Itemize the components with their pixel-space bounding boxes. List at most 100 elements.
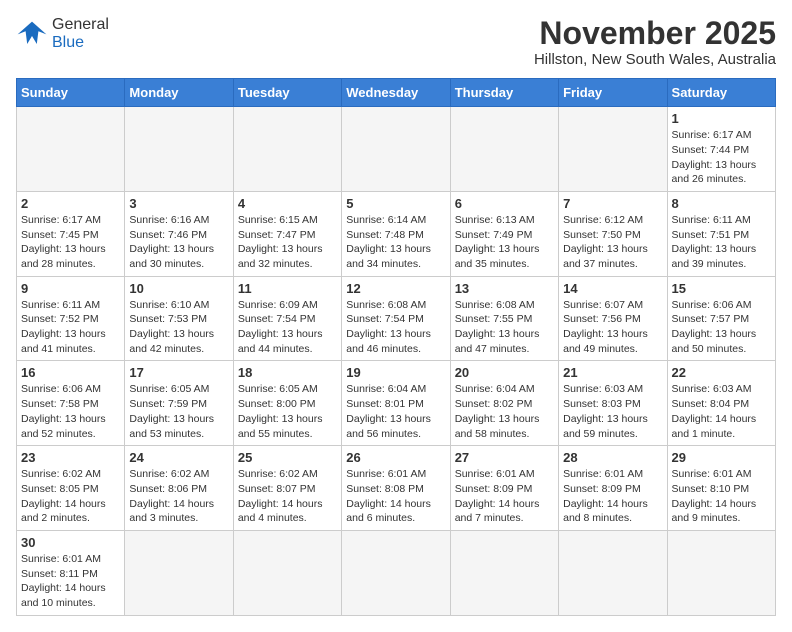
day-number: 4 (238, 196, 337, 211)
day-info: Sunrise: 6:03 AMSunset: 8:03 PMDaylight:… (563, 382, 662, 441)
calendar-cell: 16 Sunrise: 6:06 AMSunset: 7:58 PMDayligh… (17, 361, 125, 446)
day-info: Sunrise: 6:01 AMSunset: 8:09 PMDaylight:… (563, 467, 662, 526)
calendar-cell: 5 Sunrise: 6:14 AMSunset: 7:48 PMDaylight… (342, 191, 450, 276)
day-info: Sunrise: 6:11 AMSunset: 7:52 PMDaylight:… (21, 298, 120, 357)
day-info: Sunrise: 6:17 AMSunset: 7:45 PMDaylight:… (21, 213, 120, 272)
calendar-cell (342, 530, 450, 615)
day-number: 19 (346, 365, 445, 380)
calendar-cell (233, 107, 341, 192)
calendar-header: SundayMondayTuesdayWednesdayThursdayFrid… (17, 79, 776, 107)
day-number: 18 (238, 365, 337, 380)
day-info: Sunrise: 6:09 AMSunset: 7:54 PMDaylight:… (238, 298, 337, 357)
logo-icon (16, 20, 48, 48)
day-info: Sunrise: 6:07 AMSunset: 7:56 PMDaylight:… (563, 298, 662, 357)
day-number: 1 (672, 111, 771, 126)
calendar-cell: 4 Sunrise: 6:15 AMSunset: 7:47 PMDaylight… (233, 191, 341, 276)
day-number: 11 (238, 281, 337, 296)
day-number: 12 (346, 281, 445, 296)
day-info: Sunrise: 6:01 AMSunset: 8:09 PMDaylight:… (455, 467, 554, 526)
calendar-cell: 1 Sunrise: 6:17 AMSunset: 7:44 PMDaylight… (667, 107, 775, 192)
day-info: Sunrise: 6:04 AMSunset: 8:01 PMDaylight:… (346, 382, 445, 441)
calendar-cell (125, 530, 233, 615)
day-number: 9 (21, 281, 120, 296)
day-header-sunday: Sunday (17, 79, 125, 107)
day-info: Sunrise: 6:02 AMSunset: 8:05 PMDaylight:… (21, 467, 120, 526)
calendar-cell: 29Sunrise: 6:01 AMSunset: 8:10 PMDayligh… (667, 446, 775, 531)
calendar-cell (667, 530, 775, 615)
calendar-cell: 7 Sunrise: 6:12 AMSunset: 7:50 PMDaylight… (559, 191, 667, 276)
day-number: 21 (563, 365, 662, 380)
calendar-cell: 26 Sunrise: 6:01 AMSunset: 8:08 PMDayligh… (342, 446, 450, 531)
calendar-cell: 23Sunrise: 6:02 AMSunset: 8:05 PMDayligh… (17, 446, 125, 531)
day-header-thursday: Thursday (450, 79, 558, 107)
day-info: Sunrise: 6:05 AMSunset: 7:59 PMDaylight:… (129, 382, 228, 441)
day-number: 5 (346, 196, 445, 211)
calendar-cell: 6Sunrise: 6:13 AMSunset: 7:49 PMDaylight… (450, 191, 558, 276)
day-number: 17 (129, 365, 228, 380)
day-info: Sunrise: 6:01 AMSunset: 8:08 PMDaylight:… (346, 467, 445, 526)
day-info: Sunrise: 6:08 AMSunset: 7:55 PMDaylight:… (455, 298, 554, 357)
day-header-friday: Friday (559, 79, 667, 107)
calendar-cell: 2 Sunrise: 6:17 AMSunset: 7:45 PMDaylight… (17, 191, 125, 276)
day-number: 22 (672, 365, 771, 380)
calendar-cell: 12 Sunrise: 6:08 AMSunset: 7:54 PMDayligh… (342, 276, 450, 361)
calendar-cell: 15 Sunrise: 6:06 AMSunset: 7:57 PMDayligh… (667, 276, 775, 361)
day-info: Sunrise: 6:17 AMSunset: 7:44 PMDaylight:… (672, 128, 771, 187)
calendar-cell (17, 107, 125, 192)
calendar-week-4: 16 Sunrise: 6:06 AMSunset: 7:58 PMDayligh… (17, 361, 776, 446)
calendar-week-1: 1 Sunrise: 6:17 AMSunset: 7:44 PMDaylight… (17, 107, 776, 192)
calendar-cell: 13 Sunrise: 6:08 AMSunset: 7:55 PMDayligh… (450, 276, 558, 361)
day-number: 16 (21, 365, 120, 380)
day-info: Sunrise: 6:03 AMSunset: 8:04 PMDaylight:… (672, 382, 771, 441)
title-block: November 2025 Hillston, New South Wales,… (534, 16, 776, 68)
calendar-cell: 19 Sunrise: 6:04 AMSunset: 8:01 PMDayligh… (342, 361, 450, 446)
calendar-cell: 28Sunrise: 6:01 AMSunset: 8:09 PMDayligh… (559, 446, 667, 531)
calendar-week-3: 9 Sunrise: 6:11 AMSunset: 7:52 PMDaylight… (17, 276, 776, 361)
day-number: 6 (455, 196, 554, 211)
day-info: Sunrise: 6:06 AMSunset: 7:58 PMDaylight:… (21, 382, 120, 441)
day-number: 3 (129, 196, 228, 211)
calendar-cell: 8Sunrise: 6:11 AMSunset: 7:51 PMDaylight… (667, 191, 775, 276)
day-number: 10 (129, 281, 228, 296)
calendar-cell: 20Sunrise: 6:04 AMSunset: 8:02 PMDayligh… (450, 361, 558, 446)
day-info: Sunrise: 6:15 AMSunset: 7:47 PMDaylight:… (238, 213, 337, 272)
calendar-cell: 9 Sunrise: 6:11 AMSunset: 7:52 PMDaylight… (17, 276, 125, 361)
day-number: 7 (563, 196, 662, 211)
calendar-cell: 30Sunrise: 6:01 AMSunset: 8:11 PMDayligh… (17, 530, 125, 615)
day-info: Sunrise: 6:11 AMSunset: 7:51 PMDaylight:… (672, 213, 771, 272)
day-number: 25 (238, 450, 337, 465)
day-number: 2 (21, 196, 120, 211)
day-number: 14 (563, 281, 662, 296)
calendar-cell (450, 107, 558, 192)
day-number: 30 (21, 535, 120, 550)
calendar-cell: 11 Sunrise: 6:09 AMSunset: 7:54 PMDayligh… (233, 276, 341, 361)
day-number: 15 (672, 281, 771, 296)
calendar-cell (559, 107, 667, 192)
calendar-cell: 18 Sunrise: 6:05 AMSunset: 8:00 PMDayligh… (233, 361, 341, 446)
calendar-title: November 2025 (534, 16, 776, 51)
calendar-subtitle: Hillston, New South Wales, Australia (534, 51, 776, 68)
day-info: Sunrise: 6:12 AMSunset: 7:50 PMDaylight:… (563, 213, 662, 272)
calendar-cell: 10Sunrise: 6:10 AMSunset: 7:53 PMDayligh… (125, 276, 233, 361)
day-number: 13 (455, 281, 554, 296)
day-info: Sunrise: 6:02 AMSunset: 8:07 PMDaylight:… (238, 467, 337, 526)
day-info: Sunrise: 6:06 AMSunset: 7:57 PMDaylight:… (672, 298, 771, 357)
logo-text: General Blue (52, 16, 109, 51)
day-header-monday: Monday (125, 79, 233, 107)
day-info: Sunrise: 6:02 AMSunset: 8:06 PMDaylight:… (129, 467, 228, 526)
day-header-wednesday: Wednesday (342, 79, 450, 107)
calendar-cell (233, 530, 341, 615)
day-number: 26 (346, 450, 445, 465)
day-info: Sunrise: 6:14 AMSunset: 7:48 PMDaylight:… (346, 213, 445, 272)
page-header: General Blue November 2025 Hillston, New… (16, 16, 776, 68)
calendar-week-6: 30Sunrise: 6:01 AMSunset: 8:11 PMDayligh… (17, 530, 776, 615)
day-info: Sunrise: 6:08 AMSunset: 7:54 PMDaylight:… (346, 298, 445, 357)
calendar-week-5: 23Sunrise: 6:02 AMSunset: 8:05 PMDayligh… (17, 446, 776, 531)
calendar-cell (450, 530, 558, 615)
calendar-cell: 17 Sunrise: 6:05 AMSunset: 7:59 PMDayligh… (125, 361, 233, 446)
day-number: 27 (455, 450, 554, 465)
day-number: 20 (455, 365, 554, 380)
day-number: 29 (672, 450, 771, 465)
day-info: Sunrise: 6:16 AMSunset: 7:46 PMDaylight:… (129, 213, 228, 272)
day-info: Sunrise: 6:05 AMSunset: 8:00 PMDaylight:… (238, 382, 337, 441)
